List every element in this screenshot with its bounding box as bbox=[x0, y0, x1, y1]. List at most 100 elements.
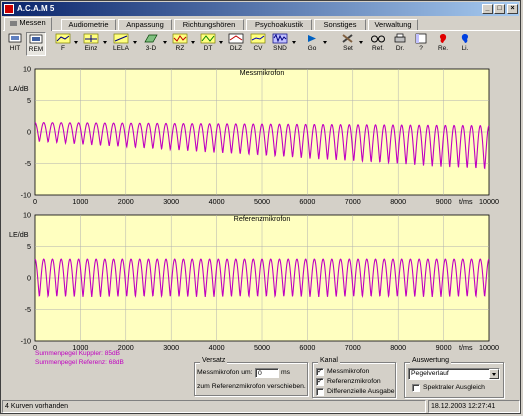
tab-richtungshoeren[interactable]: Richtungshören bbox=[174, 19, 244, 30]
tab-anpassung[interactable]: Anpassung bbox=[118, 19, 172, 30]
tool-label: Dr. bbox=[395, 45, 405, 52]
kanal-group: Kanal ✓ Messmikrofon ✓ Referenzmikrofon … bbox=[312, 357, 396, 398]
tab-audiometrie[interactable]: Audiometrie bbox=[61, 19, 116, 30]
checkbox-label: Spektraler Ausgleich bbox=[423, 384, 485, 391]
3d-dropdown-arrow[interactable] bbox=[163, 41, 167, 44]
reference-glasses-icon bbox=[371, 35, 385, 43]
snd-button[interactable]: SND bbox=[270, 32, 290, 56]
f-button[interactable]: F bbox=[53, 32, 73, 56]
ref-button[interactable]: Ref. bbox=[368, 32, 388, 56]
set-button[interactable]: Set bbox=[338, 32, 358, 56]
tab-verwaltung[interactable]: Verwaltung bbox=[368, 19, 418, 30]
close-button[interactable]: × bbox=[507, 4, 518, 14]
versatz-label: Messmikrofon um: bbox=[197, 369, 253, 376]
chart-title: Messmikrofon bbox=[240, 68, 285, 77]
x-tick-label: 10000 bbox=[479, 343, 499, 352]
set-dropdown-arrow[interactable] bbox=[359, 41, 363, 44]
referenzmikrofon-checkbox[interactable]: ✓ bbox=[316, 378, 324, 386]
einz-button[interactable]: Einz bbox=[80, 32, 102, 56]
lela-button[interactable]: LELA bbox=[110, 32, 132, 56]
app-icon bbox=[4, 4, 14, 14]
spektraler-ausgleich-checkbox[interactable] bbox=[412, 384, 420, 392]
sound-icon bbox=[272, 33, 288, 44]
chart-referenzmikrofon: 0 1000 2000 3000 4000 5000 6000 7000 8000 9000 100… bbox=[9, 211, 499, 353]
differenzielle-ausgabe-checkbox[interactable] bbox=[316, 388, 324, 396]
hit-button[interactable]: HIT bbox=[6, 32, 24, 56]
chart-messmikrofon: 0 1000 2000 3000 4000 5000 6000 7000 8000 9000 100… bbox=[9, 65, 499, 207]
tool-label: LELA bbox=[113, 45, 129, 52]
tool-label: Ref. bbox=[372, 45, 384, 52]
tab-psychoakustik[interactable]: Psychoakustik bbox=[246, 19, 312, 30]
y-tick-label: 10 bbox=[23, 211, 31, 220]
versatz-input[interactable]: 0 bbox=[255, 368, 279, 378]
help-icon bbox=[415, 33, 427, 44]
tool-label: Go bbox=[307, 45, 317, 52]
auswertung-group: Auswertung Pegelverlauf Spektraler Ausgl… bbox=[404, 357, 504, 398]
tool-label: CV bbox=[253, 45, 263, 52]
left-ear-icon bbox=[461, 34, 469, 43]
rz-dropdown-arrow[interactable] bbox=[191, 41, 195, 44]
rz-icon bbox=[172, 33, 188, 44]
checkbox-label: Messmikrofon bbox=[327, 368, 370, 375]
status-left: 4 Kurven vorhanden bbox=[2, 400, 426, 413]
tab-messen[interactable]: Messen bbox=[4, 17, 52, 31]
snd-dropdown-arrow[interactable] bbox=[292, 41, 296, 44]
dt-dropdown-arrow[interactable] bbox=[219, 41, 223, 44]
tool-label: ? bbox=[419, 45, 423, 52]
minimize-button[interactable]: _ bbox=[482, 4, 493, 14]
window-title: A.C.A.M 5 bbox=[17, 4, 55, 13]
lela-icon bbox=[113, 33, 129, 44]
auswertung-selected-value: Pegelverlauf bbox=[411, 370, 449, 377]
x-tick-label: 3000 bbox=[163, 343, 179, 352]
tab-sonstiges[interactable]: Sonstiges bbox=[314, 19, 366, 30]
title-bar: A.C.A.M 5 _ □ × bbox=[2, 2, 519, 16]
einz-dropdown-arrow[interactable] bbox=[103, 41, 107, 44]
right-ear-button[interactable]: Re. bbox=[434, 32, 452, 56]
maximize-button[interactable]: □ bbox=[494, 4, 505, 14]
y-axis-label: LE/dB bbox=[9, 230, 29, 239]
settings-icon bbox=[342, 34, 353, 43]
messmikrofon-checkbox[interactable]: ✓ bbox=[316, 368, 324, 376]
go-button[interactable]: Go bbox=[302, 32, 322, 56]
print-button[interactable]: Dr. bbox=[390, 32, 410, 56]
dlz-button[interactable]: DLZ bbox=[226, 32, 246, 56]
rem-icon bbox=[29, 34, 43, 44]
rz-button[interactable]: RZ bbox=[170, 32, 190, 56]
left-ear-button[interactable]: Li. bbox=[456, 32, 474, 56]
tab-divider bbox=[3, 30, 520, 31]
y-tick-label: -5 bbox=[25, 305, 31, 314]
tab-label: Sonstiges bbox=[323, 20, 357, 29]
tab-label: Verwaltung bbox=[374, 20, 412, 29]
status-right: 18.12.2003 12:27:41 bbox=[428, 400, 520, 413]
cv-button[interactable]: CV bbox=[248, 32, 268, 56]
checkbox-label: Referenzmikrofon bbox=[327, 378, 381, 385]
single-curve-icon bbox=[83, 33, 99, 44]
go-icon bbox=[308, 35, 316, 42]
tab-label: Messen bbox=[19, 18, 46, 27]
y-tick-label: 0 bbox=[27, 128, 31, 137]
printer-icon bbox=[394, 33, 406, 43]
tool-label: REM bbox=[28, 46, 44, 53]
dt-button[interactable]: DT bbox=[198, 32, 218, 56]
chart-title: Referenzmikrofon bbox=[234, 214, 291, 223]
tab-label: Audiometrie bbox=[68, 20, 109, 29]
3d-button[interactable]: 3-D bbox=[140, 32, 162, 56]
auswertung-select[interactable]: Pegelverlauf bbox=[408, 368, 500, 380]
lela-dropdown-arrow[interactable] bbox=[133, 41, 137, 44]
go-dropdown-arrow[interactable] bbox=[323, 41, 327, 44]
f-dropdown-arrow[interactable] bbox=[74, 41, 78, 44]
tool-label: SND bbox=[273, 45, 287, 52]
rem-button[interactable]: REM bbox=[26, 32, 46, 56]
help-button[interactable]: ? bbox=[412, 32, 430, 56]
versatz-post-label: zum Referenzmikrofon verschieben. bbox=[197, 383, 306, 390]
3d-icon bbox=[144, 34, 158, 43]
x-tick-label: 2000 bbox=[118, 343, 134, 352]
tab-messen-icon bbox=[10, 20, 18, 26]
y-tick-label: 0 bbox=[27, 274, 31, 283]
level-referenz: Summenpegel Referenz: 68dB bbox=[35, 359, 124, 366]
x-tick-label: 6000 bbox=[299, 343, 315, 352]
y-tick-label: 10 bbox=[23, 65, 31, 74]
chevron-down-icon[interactable] bbox=[489, 369, 499, 379]
tool-label: F bbox=[61, 45, 65, 52]
x-tick-label: 4000 bbox=[209, 343, 225, 352]
